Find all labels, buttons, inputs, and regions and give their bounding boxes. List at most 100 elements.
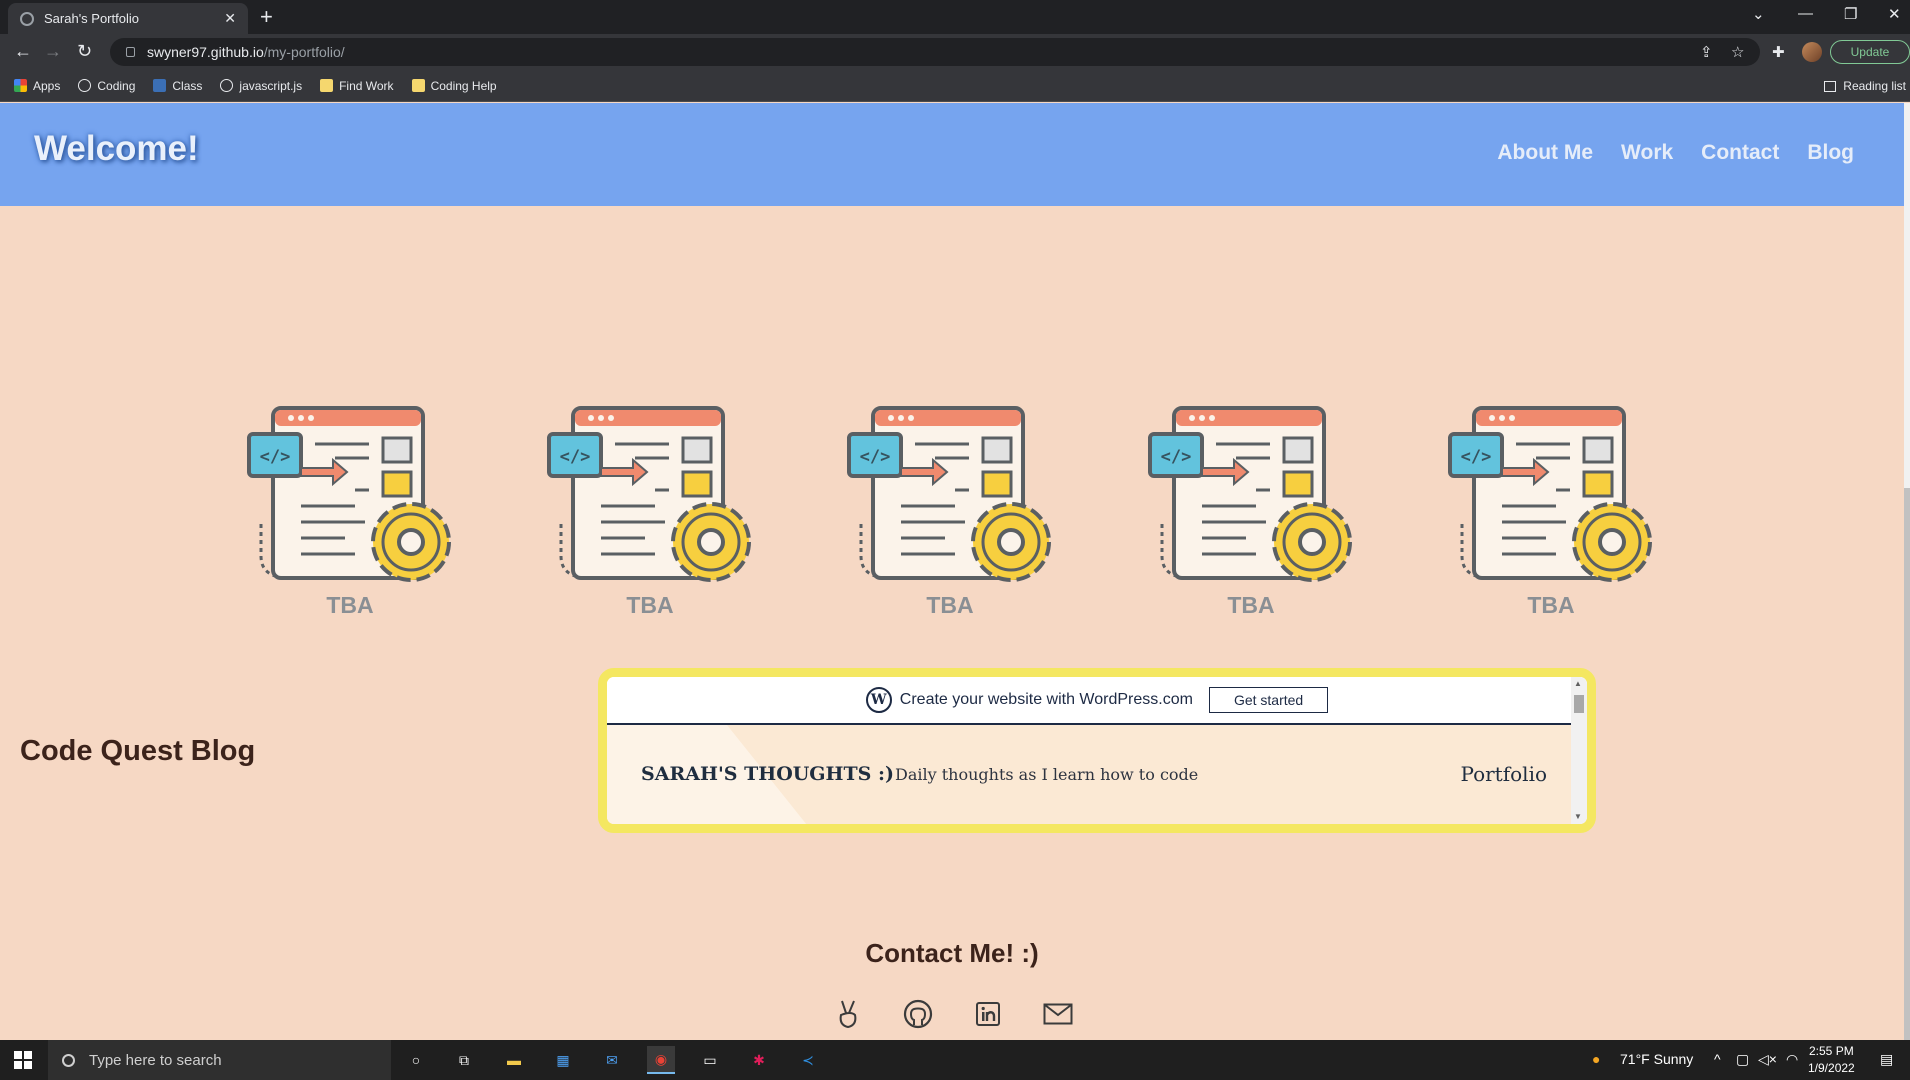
scroll-up-icon[interactable]: ▲ — [1574, 679, 1582, 688]
bookmark-find-work[interactable]: Find Work — [320, 78, 394, 93]
github-icon[interactable] — [902, 998, 934, 1030]
blog-heading: Code Quest Blog — [20, 735, 256, 767]
close-window-button[interactable]: ✕ — [1888, 5, 1901, 23]
share-icon[interactable]: ⇪ — [1700, 43, 1713, 61]
apps-grid-icon — [14, 79, 27, 92]
taskbar-clock[interactable]: 2:55 PM 1/9/2022 — [1808, 1043, 1855, 1077]
scroll-down-icon[interactable]: ▼ — [1574, 812, 1582, 821]
bookmark-coding-help[interactable]: Coding Help — [411, 78, 497, 93]
bookmark-label: Find Work — [339, 78, 394, 93]
project-card[interactable]: </> TBA — [500, 406, 800, 619]
codewars-icon — [78, 79, 92, 92]
contact-heading: Contact Me! :) — [865, 938, 1039, 968]
task-view-icon[interactable]: ⧉ — [450, 1046, 478, 1074]
windows-taskbar: Type here to search ○ ⧉ ▬ ▦ ✉ ◉ ▭ ✱ ≺ ● … — [0, 1040, 1910, 1080]
project-label: TBA — [626, 592, 674, 618]
weather-text[interactable]: 71°F Sunny — [1620, 1051, 1693, 1067]
taskbar-search-placeholder: Type here to search — [89, 1051, 222, 1069]
nav-blog[interactable]: Blog — [1807, 141, 1854, 165]
project-label: TBA — [1527, 592, 1575, 618]
bookmarks-bar: Apps Coding Class javascript.js Find Wor… — [0, 70, 1910, 102]
folder-icon — [320, 79, 334, 92]
page-scrollbar-thumb[interactable] — [1904, 488, 1910, 1040]
bookmark-label: Coding — [97, 78, 136, 93]
reload-button[interactable]: ↻ — [77, 41, 92, 62]
notifications-icon[interactable]: ▤ — [1880, 1051, 1893, 1068]
volume-muted-icon[interactable]: ◁× — [1758, 1051, 1777, 1068]
url-host: swyner97.github.io — [147, 44, 264, 60]
project-card[interactable]: </> TBA — [1401, 406, 1701, 619]
peace-hand-icon[interactable] — [832, 998, 864, 1030]
cortana-icon[interactable]: ○ — [402, 1046, 430, 1074]
tab-search-icon[interactable]: ⌄ — [1752, 5, 1765, 23]
reading-list[interactable]: Reading list — [1824, 79, 1906, 93]
vscode-icon[interactable]: ≺ — [794, 1046, 822, 1074]
new-tab-button[interactable]: + — [260, 4, 273, 30]
nav-about-me[interactable]: About Me — [1497, 141, 1593, 165]
meet-now-icon[interactable]: ▢ — [1736, 1051, 1749, 1068]
blog-site-header: SARAH'S THOUGHTS :) Daily thoughts as I … — [607, 725, 1587, 824]
weather-icon: ● — [1592, 1051, 1601, 1067]
profile-avatar[interactable] — [1802, 42, 1822, 62]
minimize-button[interactable]: — — [1798, 5, 1813, 22]
embed-scrollbar-thumb[interactable] — [1574, 695, 1584, 713]
bookmark-label: Class — [172, 78, 203, 93]
lock-icon — [126, 47, 135, 57]
project-card[interactable]: </> TBA — [1101, 406, 1401, 619]
bookmark-label: javascript.js — [239, 78, 303, 93]
slack-icon[interactable]: ✱ — [745, 1046, 773, 1074]
project-label: TBA — [326, 592, 374, 618]
mail-app-icon[interactable]: ✉ — [598, 1046, 626, 1074]
close-tab-icon[interactable]: ✕ — [224, 10, 236, 27]
project-card[interactable]: </> TBA — [800, 406, 1100, 619]
get-started-button[interactable]: Get started — [1208, 687, 1329, 713]
project-illustration-icon: </> — [547, 406, 751, 582]
blog-embed[interactable]: W Create your website with WordPress.com… — [598, 668, 1596, 833]
reading-list-label: Reading list — [1843, 79, 1906, 93]
network-icon[interactable]: ◠ — [1786, 1051, 1798, 1068]
svg-text:</>: </> — [860, 447, 891, 467]
svg-text:</>: </> — [1461, 447, 1492, 467]
blog-menu-portfolio[interactable]: Portfolio — [1460, 762, 1547, 786]
bookmark-class[interactable]: Class — [153, 79, 202, 93]
wordpress-banner-text: Create your website with WordPress.com — [899, 691, 1193, 708]
project-card[interactable]: </> TBA — [200, 406, 500, 619]
wordpress-icon: W — [865, 687, 892, 713]
blog-site-name[interactable]: SARAH'S THOUGHTS :) — [641, 763, 894, 785]
embed-scrollbar[interactable]: ▲ ▼ — [1571, 677, 1587, 824]
browser-tab[interactable]: Sarah's Portfolio ✕ — [8, 3, 248, 34]
url-path: /my-portfolio/ — [263, 44, 345, 60]
site-header: Welcome! About Me Work Contact Blog — [0, 103, 1904, 206]
folder-icon — [411, 79, 425, 92]
bookmark-coding[interactable]: Coding — [78, 79, 135, 93]
back-button[interactable]: ← — [14, 41, 32, 62]
class-icon — [153, 79, 167, 92]
linkedin-icon[interactable] — [972, 998, 1004, 1030]
store-icon[interactable]: ▦ — [549, 1046, 577, 1074]
show-hidden-icons[interactable]: ^ — [1714, 1051, 1721, 1067]
site-title: Welcome! — [34, 129, 199, 168]
chrome-icon[interactable]: ◉ — [647, 1046, 675, 1074]
site-nav: About Me Work Contact Blog — [1469, 141, 1854, 165]
nav-work[interactable]: Work — [1621, 141, 1673, 165]
project-illustration-icon: </> — [1448, 406, 1652, 582]
extensions-icon[interactable]: ✚ — [1772, 43, 1785, 61]
project-illustration-icon: </> — [1148, 406, 1352, 582]
contact-icons — [832, 998, 1112, 1030]
bookmark-label: Coding Help — [430, 78, 497, 93]
windows-start-icon[interactable] — [14, 1051, 32, 1069]
terminal-icon[interactable]: ▭ — [696, 1046, 724, 1074]
bookmark-star-icon[interactable]: ☆ — [1731, 43, 1744, 61]
page-viewport: Welcome! About Me Work Contact Blog </> … — [0, 103, 1910, 1040]
update-button[interactable]: Update — [1830, 40, 1910, 64]
mail-icon[interactable] — [1042, 998, 1074, 1030]
file-explorer-icon[interactable]: ▬ — [500, 1046, 528, 1074]
bookmark-javascript[interactable]: javascript.js — [220, 79, 302, 93]
nav-contact[interactable]: Contact — [1701, 141, 1779, 165]
taskbar-search[interactable]: Type here to search — [48, 1040, 391, 1080]
forward-button[interactable]: → — [44, 41, 62, 62]
restore-button[interactable]: ❐ — [1844, 5, 1857, 23]
browser-tab-strip: Sarah's Portfolio ✕ + ⌄ — ❐ ✕ — [0, 0, 1910, 34]
address-bar[interactable]: swyner97.github.io/my-portfolio/ — [110, 38, 1760, 66]
bookmark-apps[interactable]: Apps — [14, 79, 60, 93]
